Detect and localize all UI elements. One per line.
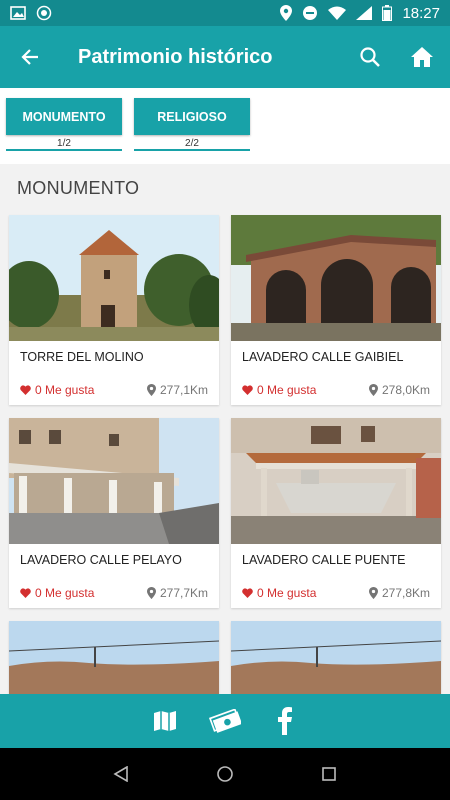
- category-tabs: MONUMENTO 1/2 RELIGIOSO 2/2: [0, 88, 450, 164]
- page-title: Patrimonio histórico: [78, 45, 273, 68]
- card-name: LAVADERO CALLE PELAYO: [20, 553, 182, 567]
- tab-monumento-count: 1/2: [6, 135, 122, 151]
- likes-count: 0 Me gusta: [257, 586, 317, 600]
- distance: 277,8Km: [368, 586, 430, 600]
- money-button[interactable]: [209, 705, 241, 737]
- distance-value: 278,0Km: [381, 383, 430, 397]
- card-meta: 0 Me gusta 277,8Km: [231, 578, 441, 608]
- location-pin-icon: [146, 384, 156, 396]
- status-bar: 18:27: [0, 0, 450, 26]
- recents-nav-icon[interactable]: [321, 766, 337, 782]
- distance: 277,1Km: [146, 383, 208, 397]
- app-bar: Patrimonio histórico: [0, 26, 450, 88]
- image-notification-icon: [10, 6, 26, 20]
- card-photo: [231, 215, 441, 341]
- card-name: LAVADERO CALLE PUENTE: [242, 553, 406, 567]
- heart-icon: [20, 588, 31, 598]
- search-icon: [360, 47, 380, 67]
- distance-value: 277,7Km: [159, 586, 208, 600]
- distance-value: 277,8Km: [381, 586, 430, 600]
- location-pin-icon: [368, 587, 378, 599]
- tab-religioso-label[interactable]: RELIGIOSO: [134, 98, 250, 135]
- card-photo: [9, 621, 219, 694]
- bottom-action-bar: [0, 694, 450, 748]
- section-title: MONUMENTO: [17, 178, 140, 198]
- card-photo: [9, 418, 219, 544]
- money-icon: [209, 709, 241, 733]
- distance-value: 277,1Km: [159, 383, 208, 397]
- facebook-button[interactable]: [269, 705, 301, 737]
- home-nav-icon[interactable]: [216, 765, 234, 783]
- heart-icon: [20, 385, 31, 395]
- likes-count: 0 Me gusta: [35, 586, 95, 600]
- tab-religioso-count: 2/2: [134, 135, 250, 151]
- location-pin-icon: [146, 587, 156, 599]
- tab-monumento[interactable]: MONUMENTO 1/2: [6, 98, 122, 154]
- card-photo: [231, 621, 441, 694]
- card-lavadero-calle-pelayo[interactable]: LAVADERO CALLE PELAYO 0 Me gusta 277,7Km: [9, 418, 219, 608]
- card-photo: [231, 418, 441, 544]
- content-list[interactable]: MONUMENTO TORRE DEL MOLINO 0 Me gusta 27…: [0, 164, 450, 694]
- card-meta: 0 Me gusta 277,7Km: [9, 578, 219, 608]
- card-lavadero-calle-gaibiel[interactable]: LAVADERO CALLE GAIBIEL 0 Me gusta 278,0K…: [231, 215, 441, 405]
- home-icon: [411, 47, 433, 67]
- map-button[interactable]: [149, 705, 181, 737]
- location-icon: [280, 5, 293, 21]
- card-partial-right[interactable]: [231, 621, 441, 694]
- map-icon: [154, 711, 176, 731]
- search-button[interactable]: [344, 26, 396, 88]
- back-button[interactable]: [0, 26, 60, 88]
- like-button[interactable]: 0 Me gusta: [242, 586, 316, 600]
- card-lavadero-calle-puente[interactable]: LAVADERO CALLE PUENTE 0 Me gusta 277,8Km: [231, 418, 441, 608]
- likes-count: 0 Me gusta: [35, 383, 95, 397]
- like-button[interactable]: 0 Me gusta: [20, 586, 94, 600]
- facebook-icon: [278, 707, 292, 735]
- signal-icon: [356, 6, 373, 20]
- like-button[interactable]: 0 Me gusta: [20, 383, 94, 397]
- battery-icon: [382, 5, 393, 21]
- status-time: 18:27: [402, 4, 440, 22]
- back-nav-icon[interactable]: [113, 766, 129, 782]
- back-arrow-icon: [21, 49, 38, 65]
- card-name: LAVADERO CALLE GAIBIEL: [242, 350, 404, 364]
- card-name: TORRE DEL MOLINO: [20, 350, 144, 364]
- heart-icon: [242, 588, 253, 598]
- distance: 277,7Km: [146, 586, 208, 600]
- likes-count: 0 Me gusta: [257, 383, 317, 397]
- card-meta: 0 Me gusta 278,0Km: [231, 375, 441, 405]
- tab-religioso[interactable]: RELIGIOSO 2/2: [134, 98, 250, 154]
- tab-monumento-label[interactable]: MONUMENTO: [6, 98, 122, 135]
- card-torre-del-molino[interactable]: TORRE DEL MOLINO 0 Me gusta 277,1Km: [9, 215, 219, 405]
- card-photo: [9, 215, 219, 341]
- do-not-disturb-icon: [303, 6, 318, 20]
- distance: 278,0Km: [368, 383, 430, 397]
- like-button[interactable]: 0 Me gusta: [242, 383, 316, 397]
- wifi-icon: [328, 6, 347, 20]
- system-nav-bar: [0, 748, 450, 800]
- location-pin-icon: [368, 384, 378, 396]
- card-partial-left[interactable]: [9, 621, 219, 694]
- sync-notification-icon: [36, 5, 52, 21]
- home-button[interactable]: [396, 26, 448, 88]
- card-meta: 0 Me gusta 277,1Km: [9, 375, 219, 405]
- heart-icon: [242, 385, 253, 395]
